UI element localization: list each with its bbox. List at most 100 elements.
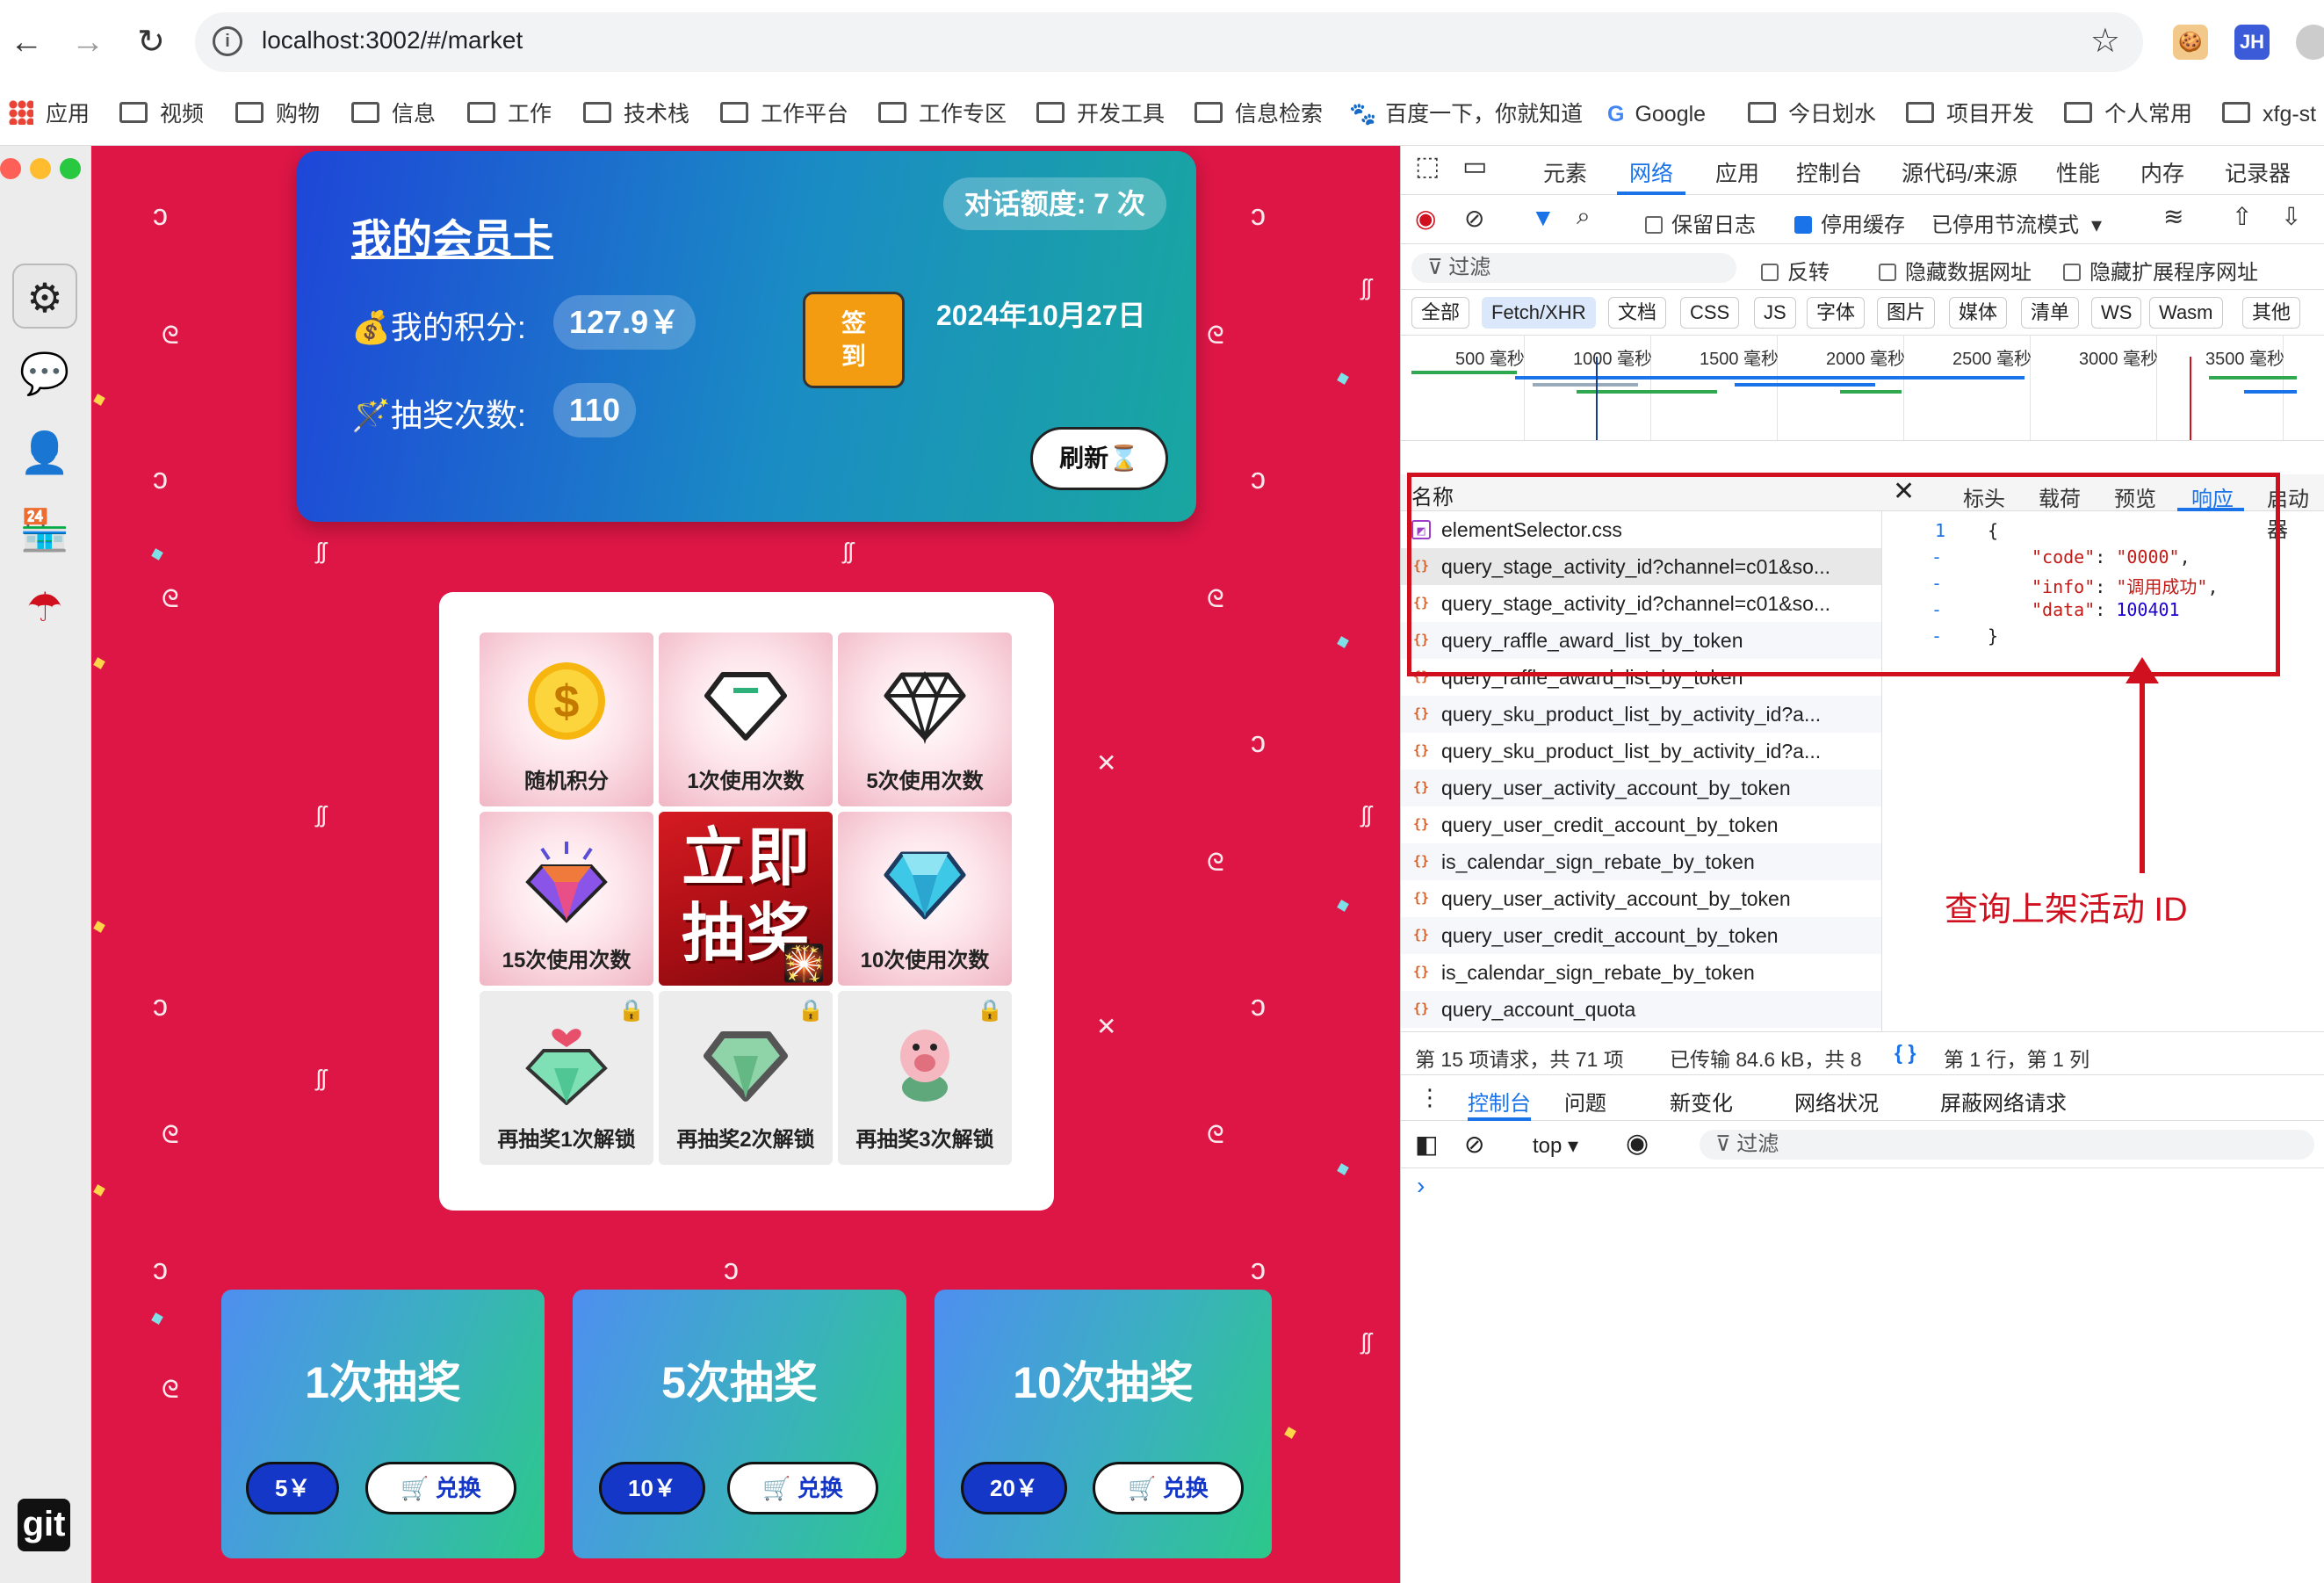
filter-input[interactable]: ⊽ 过滤	[1411, 253, 1736, 283]
prize-cell[interactable]: 10次使用次数	[838, 812, 1012, 986]
filter-funnel-icon[interactable]: ▼	[1531, 204, 1555, 232]
bookmark-star-icon[interactable]: ☆	[2090, 21, 2120, 61]
tab-sources[interactable]: 源代码/来源	[1902, 156, 2017, 188]
context-select[interactable]: top ▾	[1533, 1133, 1578, 1159]
bookmark-folder[interactable]: 信息检索	[1194, 95, 1323, 134]
type-filter-chip[interactable]: JS	[1754, 297, 1796, 329]
exchange-button[interactable]: 🛒 兑换	[365, 1462, 516, 1514]
console-filter-input[interactable]: ⊽ 过滤	[1700, 1130, 2314, 1160]
prize-cell-locked[interactable]: 🔒 再抽奖1次解锁	[480, 991, 653, 1165]
forward-icon[interactable]: →	[67, 21, 109, 63]
type-filter-chip[interactable]: 其他	[2242, 297, 2301, 329]
sidebar-toggle-icon[interactable]: ◧	[1415, 1130, 1438, 1159]
request-row[interactable]: {} is_calendar_sign_rebate_by_token	[1401, 843, 1881, 880]
prize-cell[interactable]: 5次使用次数	[838, 632, 1012, 806]
type-filter-chip[interactable]: CSS	[1680, 297, 1740, 329]
preserve-log-checkbox[interactable]: 保留日志	[1645, 207, 1756, 238]
tab-performance[interactable]: 性能	[2056, 156, 2100, 188]
drawer-tab-whats-new[interactable]: 新变化	[1670, 1086, 1733, 1117]
network-timeline[interactable]: 500 毫秒 1000 毫秒 1500 毫秒 2000 毫秒 2500 毫秒 3…	[1401, 336, 2324, 441]
type-filter-chip-active[interactable]: Fetch/XHR	[1482, 297, 1596, 329]
bookmark-folder[interactable]: 购物	[235, 95, 320, 134]
cookie-extension-icon[interactable]: 🍪	[2173, 25, 2208, 60]
back-icon[interactable]: ←	[5, 21, 47, 63]
prize-cell[interactable]: $ 随机积分	[480, 632, 653, 806]
minimize-window-icon[interactable]	[30, 158, 51, 179]
prize-cell-locked[interactable]: 🔒 再抽奖2次解锁	[659, 991, 833, 1165]
prize-cell[interactable]: 1次使用次数	[659, 632, 833, 806]
type-filter-chip[interactable]: 图片	[1877, 297, 1936, 329]
tab-network[interactable]: 网络	[1629, 156, 1673, 188]
throttle-select[interactable]: 已停用节流模式 ▾	[1931, 207, 2102, 238]
zoom-window-icon[interactable]	[60, 158, 81, 179]
exchange-button[interactable]: 🛒 兑换	[1093, 1462, 1244, 1514]
bookmark-folder[interactable]: 工作平台	[720, 95, 848, 134]
bookmark-folder[interactable]: 个人常用	[2064, 95, 2192, 134]
wifi-settings-icon[interactable]: ≋	[2163, 202, 2183, 231]
card-title[interactable]: 我的会员卡	[351, 207, 553, 265]
exchange-button[interactable]: 🛒 兑换	[727, 1462, 878, 1514]
site-info-icon[interactable]: i	[213, 26, 242, 56]
pretty-print-icon[interactable]: { }	[1895, 1041, 1916, 1065]
tab-elements[interactable]: 元素	[1543, 156, 1587, 188]
address-bar[interactable]: i localhost:3002/#/market ☆	[195, 12, 2143, 72]
request-row[interactable]: {} query_account_quota	[1401, 991, 1881, 1028]
type-filter-chip[interactable]: 全部	[1411, 297, 1470, 329]
url-text[interactable]: localhost:3002/#/market	[262, 26, 523, 54]
request-row[interactable]: {} query_user_activity_account_by_token	[1401, 770, 1881, 806]
type-filter-chip[interactable]: WS	[2091, 297, 2142, 329]
start-draw-button[interactable]: 立即 抽奖 🎇	[659, 812, 833, 986]
invert-checkbox[interactable]: 反转	[1761, 255, 1830, 286]
bookmark-folder[interactable]: 项目开发	[1906, 95, 2034, 134]
bookmark-folder[interactable]: 信息	[351, 95, 436, 134]
request-row[interactable]: {} is_calendar_sign_rebate_by_token	[1401, 954, 1881, 991]
bookmark-google[interactable]: G Google	[1607, 95, 1706, 134]
tab-recorder[interactable]: 记录器	[2225, 156, 2291, 188]
chatgpt-icon[interactable]: ⚙	[12, 264, 77, 329]
user-edit-icon[interactable]: 👤	[12, 420, 77, 485]
type-filter-chip[interactable]: 字体	[1807, 297, 1866, 329]
tab-console[interactable]: 控制台	[1796, 156, 1862, 188]
close-window-icon[interactable]	[0, 158, 21, 179]
type-filter-chip[interactable]: 媒体	[1949, 297, 2008, 329]
bookmark-folder[interactable]: 工作专区	[878, 95, 1007, 134]
git-icon[interactable]: git	[18, 1499, 70, 1551]
hide-extension-urls-checkbox[interactable]: 隐藏扩展程序网址	[2063, 255, 2258, 286]
clear-console-icon[interactable]: ⊘	[1464, 1130, 1484, 1159]
bookmark-apps[interactable]: 应用	[9, 95, 90, 134]
bookmark-folder[interactable]: 今日划水	[1748, 95, 1876, 134]
sign-in-button[interactable]: 签 到	[803, 292, 905, 388]
bookmark-folder[interactable]: 工作	[467, 95, 552, 134]
bookmark-baidu[interactable]: 🐾 百度一下，你就知道	[1349, 95, 1583, 134]
import-icon[interactable]: ⇧	[2232, 202, 2252, 231]
request-row[interactable]: {} query_user_activity_account_by_token	[1401, 880, 1881, 917]
clear-icon[interactable]: ⊘	[1464, 204, 1484, 233]
bookmark-folder[interactable]: 技术栈	[583, 95, 689, 134]
umbrella-icon[interactable]: ☂	[12, 575, 77, 640]
device-toggle-icon[interactable]: ▭	[1462, 151, 1487, 182]
bookmark-folder[interactable]: xfg-st	[2222, 95, 2316, 134]
profile-avatar[interactable]	[2296, 25, 2324, 60]
shop-icon[interactable]: 🏪	[12, 497, 77, 562]
chat-bubbles-icon[interactable]: 💬	[12, 341, 77, 406]
reload-icon[interactable]: ↻	[130, 21, 172, 63]
search-icon[interactable]: ⌕	[1577, 202, 1591, 231]
tab-memory[interactable]: 内存	[2140, 156, 2184, 188]
drawer-tab-request-blocking[interactable]: 屏蔽网络请求	[1940, 1086, 2067, 1117]
prize-cell-locked[interactable]: 🔒 再抽奖3次解锁	[838, 991, 1012, 1165]
bookmark-folder[interactable]: 视频	[119, 95, 204, 134]
disable-cache-checkbox[interactable]: 停用缓存	[1794, 207, 1905, 238]
type-filter-chip[interactable]: 清单	[2021, 297, 2080, 329]
drawer-menu-icon[interactable]: ⋮	[1418, 1084, 1441, 1111]
export-icon[interactable]: ⇩	[2281, 202, 2301, 231]
request-row[interactable]: {} query_sku_product_list_by_activity_id?…	[1401, 696, 1881, 733]
record-icon[interactable]: ◉	[1415, 204, 1436, 233]
drawer-tab-console[interactable]: 控制台	[1468, 1086, 1531, 1117]
console-prompt[interactable]: ›	[1417, 1172, 1425, 1200]
bookmark-folder[interactable]: 开发工具	[1036, 95, 1165, 134]
extension-badge[interactable]: JH	[2234, 25, 2270, 60]
hide-data-urls-checkbox[interactable]: 隐藏数据网址	[1879, 255, 2032, 286]
request-row[interactable]: {} query_user_credit_account_by_token	[1401, 917, 1881, 954]
request-row[interactable]: {} query_user_credit_account_by_token	[1401, 806, 1881, 843]
prize-cell[interactable]: 15次使用次数	[480, 812, 653, 986]
